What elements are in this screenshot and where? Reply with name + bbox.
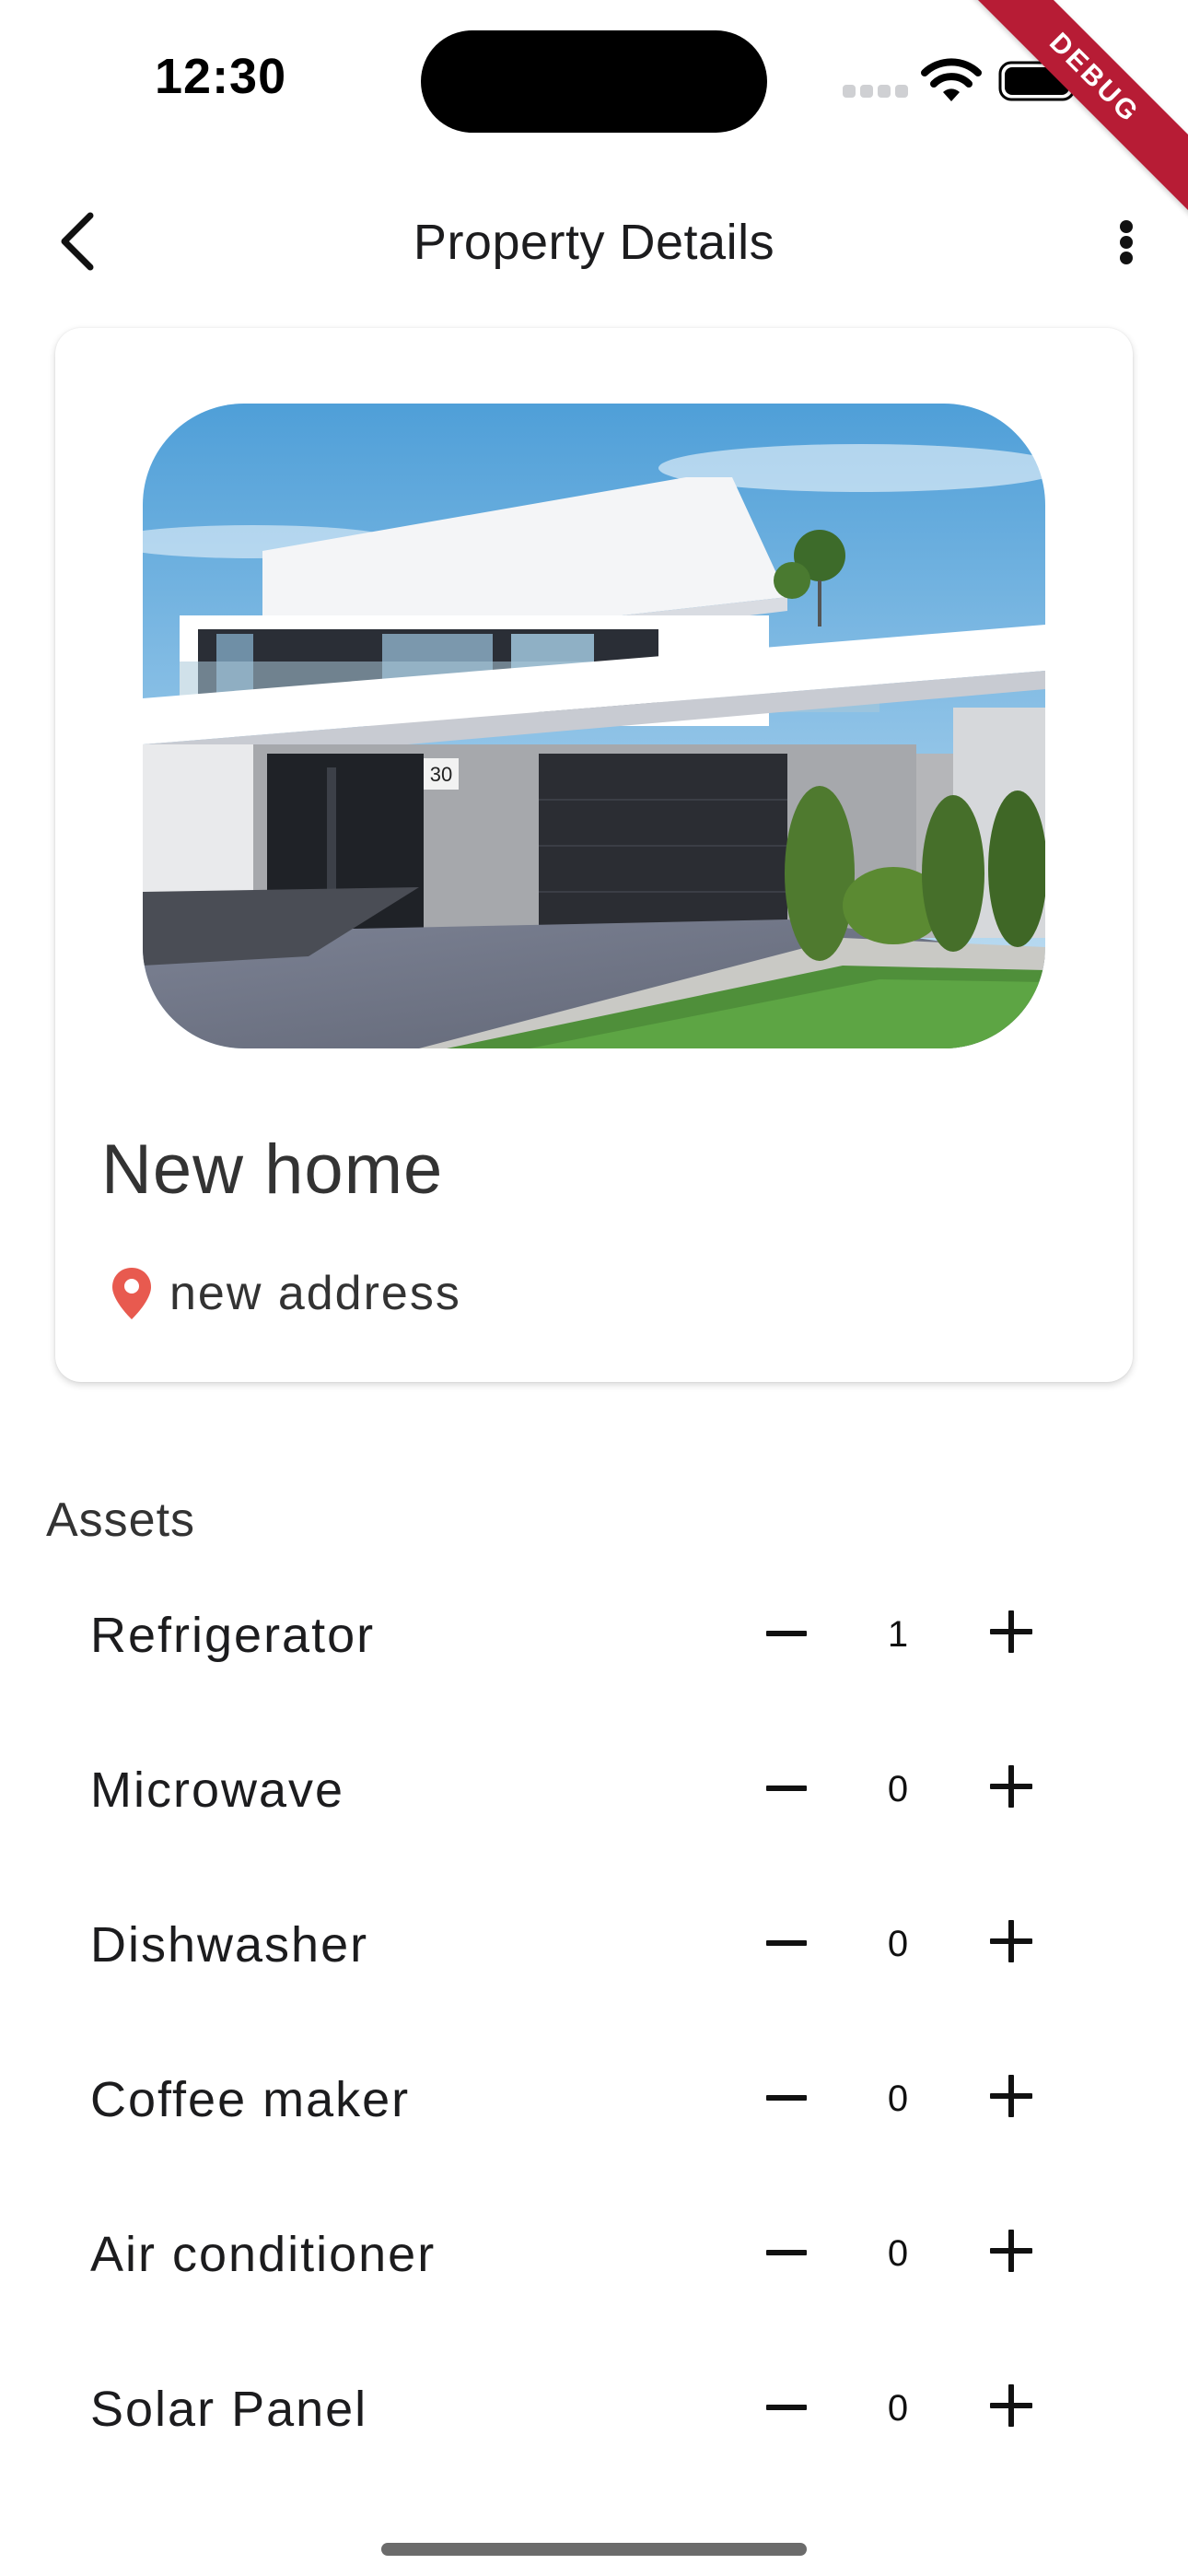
cellular-signal-icon xyxy=(843,85,908,100)
dynamic-island xyxy=(421,30,767,133)
asset-label: Solar Panel xyxy=(90,2382,368,2437)
property-details-screen: 12:30 DEBUG Property Details 30 New home… xyxy=(0,0,1188,2576)
property-photo: 30 xyxy=(143,404,1045,1048)
more-options-button[interactable] xyxy=(1101,205,1147,278)
location-pin-icon xyxy=(112,1268,151,1319)
decrement-button[interactable] xyxy=(764,1921,809,1965)
property-location: new address xyxy=(111,1266,461,1321)
increment-button[interactable] xyxy=(988,1918,1034,1964)
property-name: New home xyxy=(101,1130,444,1209)
house-number: 30 xyxy=(430,763,452,786)
home-indicator[interactable] xyxy=(381,2543,807,2556)
asset-row-solar-panel: Solar Panel 0 xyxy=(0,2335,1188,2489)
asset-label: Refrigerator xyxy=(90,1608,376,1663)
increment-button[interactable] xyxy=(988,1763,1034,1809)
asset-count: 0 xyxy=(887,2388,909,2429)
page-title: Property Details xyxy=(413,215,775,270)
asset-label: Dishwasher xyxy=(90,1917,369,1973)
asset-count: 0 xyxy=(887,2233,909,2274)
asset-row-coffee-maker: Coffee maker 0 xyxy=(0,2025,1188,2180)
decrement-button[interactable] xyxy=(764,2385,809,2430)
increment-button[interactable] xyxy=(988,2073,1034,2119)
increment-button[interactable] xyxy=(988,1609,1034,1655)
asset-row-air-conditioner: Air conditioner 0 xyxy=(0,2180,1188,2335)
property-card[interactable]: 30 New home new address xyxy=(55,328,1133,1382)
asset-count: 0 xyxy=(887,2078,909,2119)
property-address: new address xyxy=(169,1267,461,1320)
decrement-button[interactable] xyxy=(764,2076,809,2120)
asset-count: 0 xyxy=(887,1769,909,1809)
increment-button[interactable] xyxy=(988,2228,1034,2274)
decrement-button[interactable] xyxy=(764,1766,809,1810)
wifi-icon xyxy=(921,58,982,101)
more-vertical-icon xyxy=(1120,220,1133,233)
debug-banner: DEBUG xyxy=(945,0,1188,228)
asset-list: Refrigerator 1 Microwave 0 Dishwasher 0 … xyxy=(0,1561,1188,2489)
status-time: 12:30 xyxy=(155,49,287,104)
asset-row-microwave: Microwave 0 xyxy=(0,1715,1188,1870)
asset-label: Air conditioner xyxy=(90,2227,437,2282)
decrement-button[interactable] xyxy=(764,2231,809,2275)
asset-count: 1 xyxy=(887,1614,909,1655)
increment-button[interactable] xyxy=(988,2383,1034,2429)
asset-label: Microwave xyxy=(90,1762,345,1818)
asset-row-dishwasher: Dishwasher 0 xyxy=(0,1870,1188,2025)
assets-heading: Assets xyxy=(46,1493,196,1547)
asset-label: Coffee maker xyxy=(90,2072,411,2127)
decrement-button[interactable] xyxy=(764,1611,809,1656)
asset-count: 0 xyxy=(887,1924,909,1964)
asset-row-refrigerator: Refrigerator 1 xyxy=(0,1561,1188,1715)
